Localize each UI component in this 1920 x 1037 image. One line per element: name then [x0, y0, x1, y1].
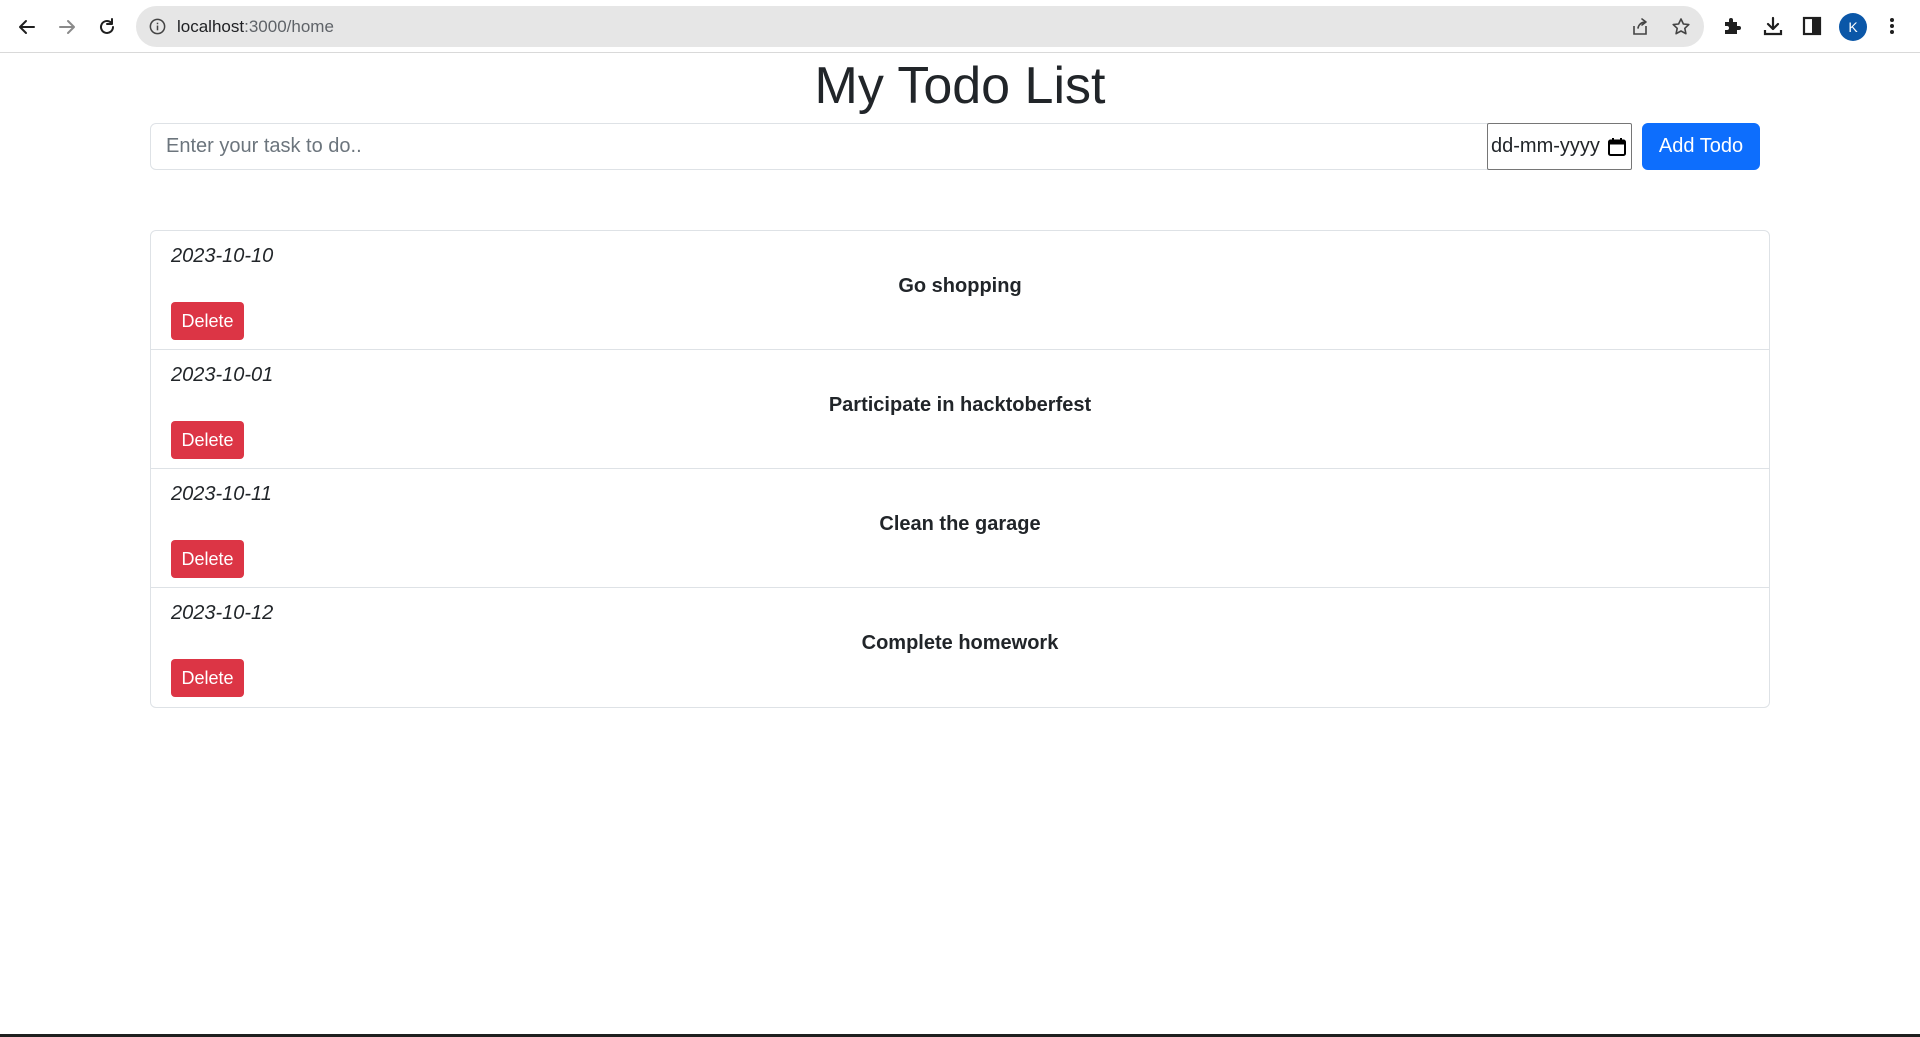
todo-text: Participate in hacktoberfest: [828, 394, 1092, 416]
forward-arrow-icon: [59, 20, 75, 34]
forward-button[interactable]: [53, 13, 81, 41]
todo-item: 2023-10-01 Participate in hacktoberfest …: [151, 350, 1769, 469]
extensions-puzzle-icon: [1725, 18, 1741, 34]
page-title: My Todo List: [814, 57, 1106, 115]
download-icon: [1763, 16, 1783, 36]
delete-button[interactable]: Delete: [171, 540, 244, 578]
url-text[interactable]: localhost:3000/home: [177, 17, 334, 37]
site-info-icon[interactable]: [148, 17, 167, 36]
todo-date: 2023-10-12: [171, 602, 274, 624]
todo-text: Go shopping: [898, 275, 1022, 297]
url-path: :3000/home: [244, 17, 334, 36]
date-placeholder: dd-mm-yyyy: [1491, 135, 1600, 157]
url-host: localhost: [177, 17, 245, 36]
side-panel-icon: [1802, 16, 1822, 36]
todo-date: 2023-10-01: [171, 364, 274, 386]
menu-dots-icon: [1890, 18, 1894, 34]
due-date-input[interactable]: dd-mm-yyyy: [1487, 123, 1632, 170]
todo-item: 2023-10-12 Complete homework Delete: [151, 588, 1769, 707]
todo-text: Clean the garage: [879, 513, 1041, 535]
todo-item: 2023-10-10 Go shopping Delete: [151, 231, 1769, 350]
profile-avatar[interactable]: K: [1839, 13, 1867, 41]
address-bar[interactable]: localhost:3000/home: [136, 6, 1704, 47]
todo-date: 2023-10-10: [171, 245, 274, 267]
reload-button[interactable]: [93, 13, 121, 41]
delete-button[interactable]: Delete: [171, 659, 244, 697]
reload-icon: [100, 18, 114, 34]
add-todo-button[interactable]: Add Todo: [1642, 123, 1760, 170]
extensions-button[interactable]: [1720, 14, 1744, 38]
task-input[interactable]: [150, 123, 1488, 170]
todo-item: 2023-10-11 Clean the garage Delete: [151, 469, 1769, 588]
todo-list: 2023-10-10 Go shopping Delete 2023-10-01…: [150, 230, 1770, 708]
delete-button[interactable]: Delete: [171, 421, 244, 459]
bookmark-star-icon[interactable]: [1671, 17, 1691, 37]
downloads-button[interactable]: [1761, 14, 1785, 38]
back-button[interactable]: [13, 13, 41, 41]
share-icon[interactable]: [1630, 17, 1650, 37]
todo-text: Complete homework: [861, 632, 1059, 654]
back-arrow-icon: [19, 20, 35, 34]
browser-toolbar: localhost:3000/home K: [0, 0, 1920, 53]
browser-menu-button[interactable]: [1880, 14, 1904, 38]
delete-button[interactable]: Delete: [171, 302, 244, 340]
todo-date: 2023-10-11: [171, 483, 272, 505]
calendar-icon[interactable]: [1607, 137, 1627, 157]
side-panel-button[interactable]: [1800, 14, 1824, 38]
